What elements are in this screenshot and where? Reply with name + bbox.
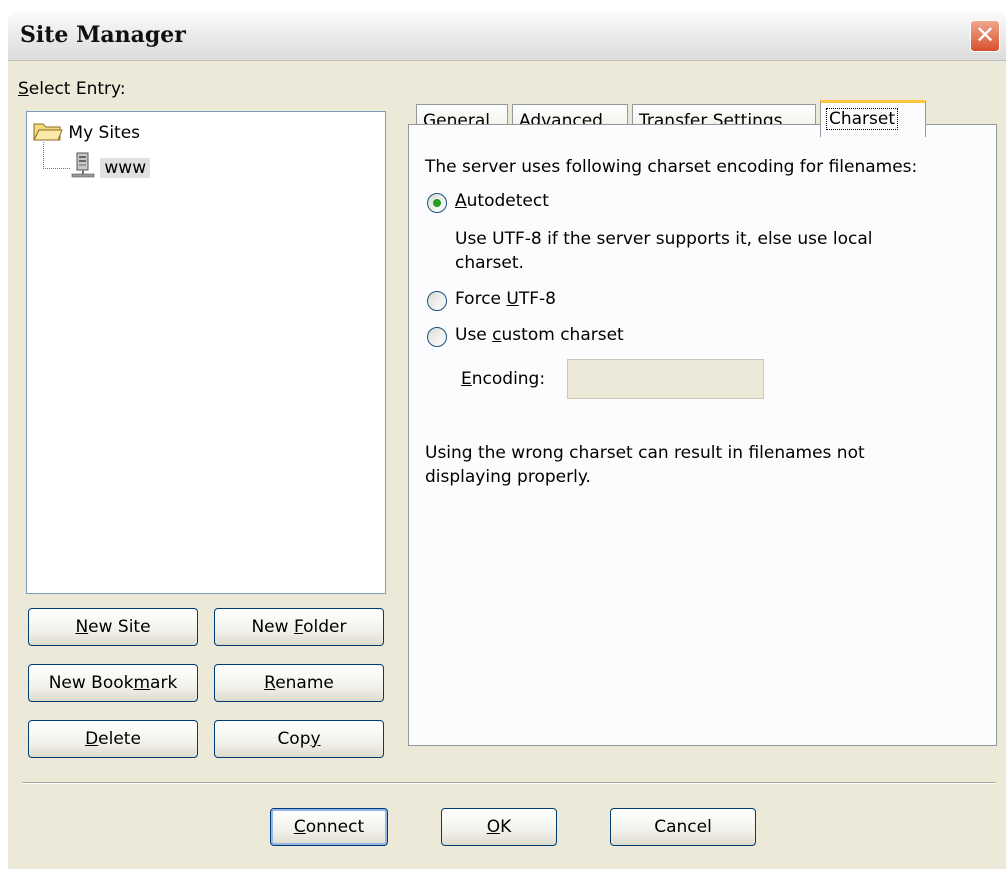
radio-selected-dot [433, 199, 441, 207]
close-icon[interactable]: ✕ [970, 20, 1000, 52]
charset-panel: The server uses following charset encodi… [408, 124, 997, 746]
custom-charset-radio[interactable] [427, 327, 447, 347]
server-icon [71, 152, 95, 178]
autodetect-radio[interactable] [427, 193, 447, 213]
copy-button[interactable]: Copy [214, 720, 384, 758]
site-manager-window: Site Manager ✕ Select Entry: My Sites ww… [8, 12, 1006, 869]
new-site-button[interactable]: New Site [28, 608, 198, 646]
rename-button[interactable]: Rename [214, 664, 384, 702]
tree-connector [43, 142, 70, 169]
cancel-button[interactable]: Cancel [610, 808, 756, 846]
tab-charset-label: Charset [825, 108, 899, 130]
folder-icon [33, 123, 63, 141]
autodetect-description: Use UTF-8 if the server supports it, els… [455, 229, 873, 249]
charset-intro: The server uses following charset encodi… [425, 157, 918, 177]
footer-separator [22, 782, 996, 784]
tab-charset[interactable]: Charset [820, 100, 926, 137]
title-bar[interactable]: Site Manager ✕ [8, 12, 1006, 61]
delete-button[interactable]: Delete [28, 720, 198, 758]
new-folder-button[interactable]: New Folder [214, 608, 384, 646]
force-utf8-label[interactable]: Force UTF-8 [455, 289, 556, 309]
force-utf8-radio[interactable] [427, 291, 447, 311]
tree-item-www[interactable]: www [71, 152, 151, 178]
new-bookmark-button[interactable]: New Bookmark [28, 664, 198, 702]
select-entry-label: Select Entry: [18, 79, 126, 99]
custom-charset-label[interactable]: Use custom charset [455, 325, 624, 345]
tree-item-label: www [100, 158, 151, 178]
encoding-label: Encoding: [461, 369, 546, 389]
charset-warning: Using the wrong charset can result in fi… [425, 443, 865, 463]
tree-item-my-sites[interactable]: My Sites [33, 120, 140, 143]
autodetect-description-cont: charset. [455, 253, 524, 273]
window-title: Site Manager [20, 22, 186, 48]
tree-item-label: My Sites [68, 123, 141, 143]
autodetect-label[interactable]: Autodetect [455, 191, 549, 211]
encoding-input[interactable] [567, 359, 764, 399]
connect-button[interactable]: Connect [270, 808, 388, 846]
ok-button[interactable]: OK [441, 808, 557, 846]
charset-warning-cont: displaying properly. [425, 467, 591, 487]
site-tree[interactable]: My Sites www [26, 111, 386, 594]
